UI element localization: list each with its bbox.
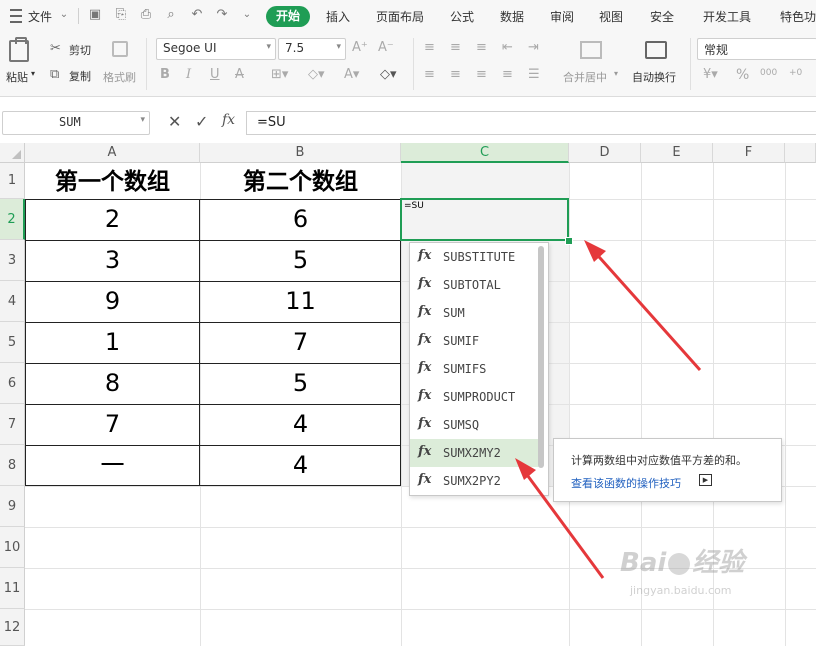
annotation-arrow-1 bbox=[590, 248, 702, 371]
arrowhead bbox=[584, 240, 606, 262]
arrowhead bbox=[515, 458, 536, 480]
baidu-watermark: Bai 经验 jingyan.baidu.com bbox=[620, 548, 790, 608]
annotation-arrow-2 bbox=[520, 467, 605, 579]
baidu-logo: Bai 经验 bbox=[620, 548, 745, 578]
watermark-url: jingyan.baidu.com bbox=[630, 584, 732, 597]
